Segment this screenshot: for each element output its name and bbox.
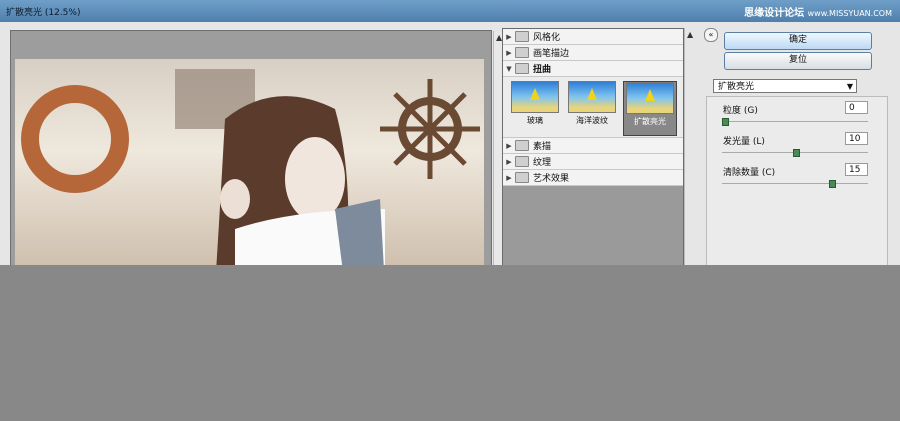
category-stylize[interactable]: ▶ 风格化 xyxy=(503,29,683,45)
filter-select[interactable]: 扩散亮光 ▼ xyxy=(713,79,857,93)
filter-select-value: 扩散亮光 xyxy=(718,82,755,92)
distort-thumbnails: 玻璃 海洋波纹 扩散亮光 xyxy=(503,77,683,138)
folder-open-icon xyxy=(515,63,529,74)
folder-icon xyxy=(515,47,529,58)
collapse-panel-icon[interactable]: « xyxy=(704,28,718,42)
gallery-scrollbar[interactable]: ▲ xyxy=(684,28,697,271)
category-label: 扭曲 xyxy=(533,65,552,75)
slider-handle[interactable] xyxy=(829,180,836,188)
expand-arrow-icon[interactable]: ▶ xyxy=(503,33,515,41)
thumb-glass[interactable]: 玻璃 xyxy=(509,81,561,134)
folder-icon xyxy=(515,156,529,167)
category-label: 艺术效果 xyxy=(533,174,570,184)
category-label: 风格化 xyxy=(533,33,561,43)
category-brush-strokes[interactable]: ▶ 画笔描边 xyxy=(503,45,683,61)
expand-arrow-icon[interactable]: ▶ xyxy=(503,174,515,182)
watermark-text: 思缘设计论坛 xyxy=(744,8,805,19)
chevron-down-icon: ▼ xyxy=(846,82,853,91)
category-label: 画笔描边 xyxy=(533,49,570,59)
glow-amount-input[interactable]: 10 xyxy=(845,132,868,145)
slider-handle[interactable] xyxy=(793,149,800,157)
scroll-up-icon[interactable]: ▲ xyxy=(687,30,693,39)
thumb-label: 玻璃 xyxy=(527,116,543,125)
ok-button[interactable]: 确定 xyxy=(724,32,872,50)
folder-icon xyxy=(515,31,529,42)
preview-pane[interactable]: ▲ xyxy=(10,30,506,289)
reset-button[interactable]: 复位 xyxy=(724,52,872,70)
thumb-ocean-ripple[interactable]: 海洋波纹 xyxy=(566,81,618,134)
folder-icon xyxy=(515,172,529,183)
window-title: 扩散亮光 (12.5%) xyxy=(6,8,81,18)
thumbnail-image xyxy=(568,81,616,113)
category-sketch[interactable]: ▶ 素描 xyxy=(503,138,683,154)
clear-amount-label: 清除数量 (C) xyxy=(723,168,776,178)
category-texture[interactable]: ▶ 纹理 xyxy=(503,154,683,170)
thumbnail-image xyxy=(626,82,674,114)
panel-toggle[interactable]: « xyxy=(704,28,718,46)
thumbnail-image xyxy=(511,81,559,113)
obscured-area xyxy=(0,265,900,421)
category-label: 纹理 xyxy=(533,158,552,168)
thumb-diffuse-glow[interactable]: 扩散亮光 xyxy=(623,81,677,136)
preview-image[interactable] xyxy=(15,59,484,288)
graininess-input[interactable]: 0 xyxy=(845,101,868,114)
slider-handle[interactable] xyxy=(722,118,729,126)
preview-photo xyxy=(21,69,484,288)
filter-gallery: ▶ 风格化 ▶ 画笔描边 ▼ 扭曲 玻璃 海洋波纹 扩散亮光 ▶ 素描 ▶ 纹理… xyxy=(502,28,684,273)
category-artistic[interactable]: ▶ 艺术效果 xyxy=(503,170,683,186)
thumb-label: 扩散亮光 xyxy=(634,117,666,126)
watermark: 思缘设计论坛 www.MISSYUAN.COM xyxy=(744,4,892,19)
expand-arrow-icon[interactable]: ▶ xyxy=(503,158,515,166)
glow-amount-label: 发光量 (L) xyxy=(723,137,765,147)
thumb-label: 海洋波纹 xyxy=(576,116,608,125)
expand-arrow-icon[interactable]: ▶ xyxy=(503,142,515,150)
clear-amount-slider[interactable] xyxy=(722,180,868,188)
expand-arrow-icon[interactable]: ▶ xyxy=(503,49,515,57)
title-bar: 扩散亮光 (12.5%) 思缘设计论坛 www.MISSYUAN.COM xyxy=(0,0,900,22)
watermark-url: www.MISSYUAN.COM xyxy=(807,9,892,18)
graininess-label: 粒度 (G) xyxy=(723,106,758,116)
collapse-arrow-icon[interactable]: ▼ xyxy=(503,65,515,73)
category-distort[interactable]: ▼ 扭曲 xyxy=(503,61,683,77)
category-label: 素描 xyxy=(533,142,552,152)
graininess-slider[interactable] xyxy=(722,118,868,126)
folder-icon xyxy=(515,140,529,151)
clear-amount-input[interactable]: 15 xyxy=(845,163,868,176)
glow-amount-slider[interactable] xyxy=(722,149,868,157)
